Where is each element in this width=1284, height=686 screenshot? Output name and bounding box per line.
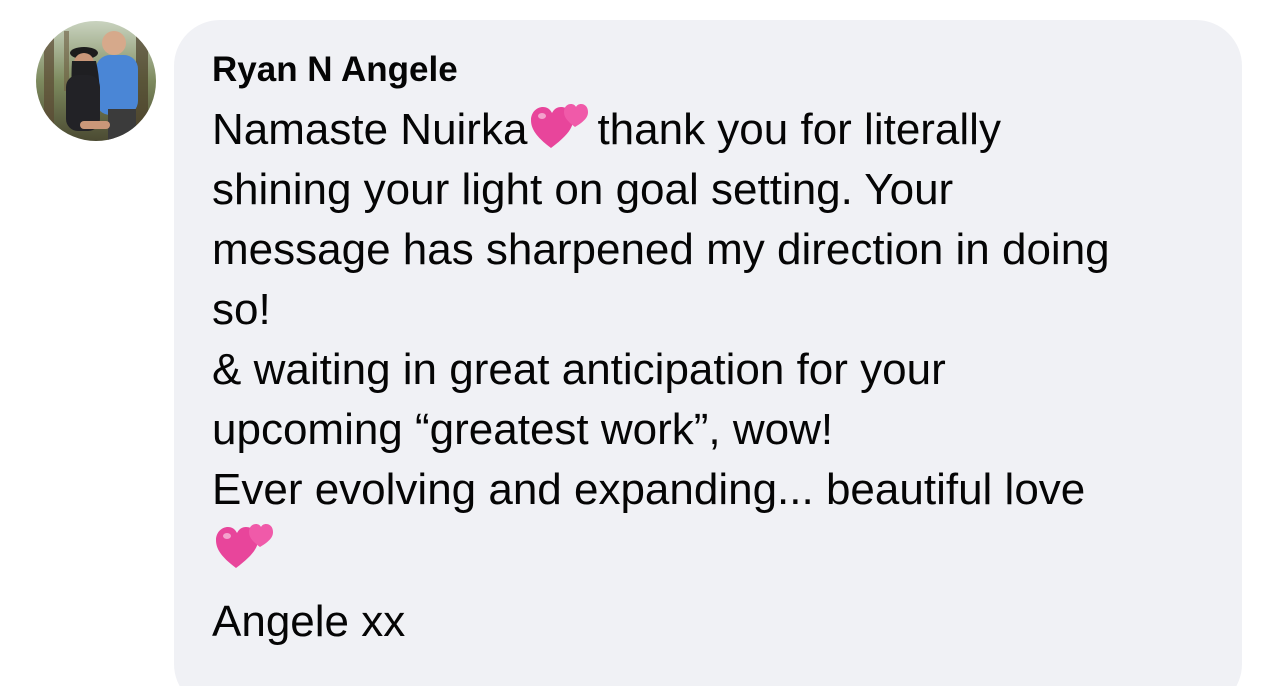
comment-line: Ever evolving and expanding... beautiful… [212, 465, 1086, 514]
comment-line [212, 520, 1222, 592]
comment-line: message has sharpened my direction in do… [212, 225, 1110, 274]
comment-bubble: Ryan N Angele Namaste Nuirka thank you fo… [174, 20, 1242, 686]
comment-line: so! [212, 285, 271, 334]
comment-text: Namaste Nuirka thank you for literally sh… [212, 100, 1222, 652]
author-name[interactable]: Ryan N Angele [212, 50, 1222, 90]
comment-line: Namaste Nuirka thank you for literally [212, 100, 1222, 160]
comment-line: upcoming “greatest work”, wow! [212, 405, 834, 454]
comment-line: Angele xx [212, 597, 406, 646]
comment-line: & waiting in great anticipation for your [212, 345, 946, 394]
comment-line-text: Namaste Nuirka [212, 105, 528, 154]
comment-line-text: thank you for literally [597, 105, 1001, 154]
comment-container: Ryan N Angele Namaste Nuirka thank you fo… [0, 0, 1284, 686]
two-hearts-icon [531, 100, 591, 152]
avatar-photo-icon [36, 21, 156, 141]
two-hearts-icon [216, 520, 276, 572]
comment-line: shining your light on goal setting. Your [212, 165, 954, 214]
author-avatar[interactable] [36, 21, 156, 141]
